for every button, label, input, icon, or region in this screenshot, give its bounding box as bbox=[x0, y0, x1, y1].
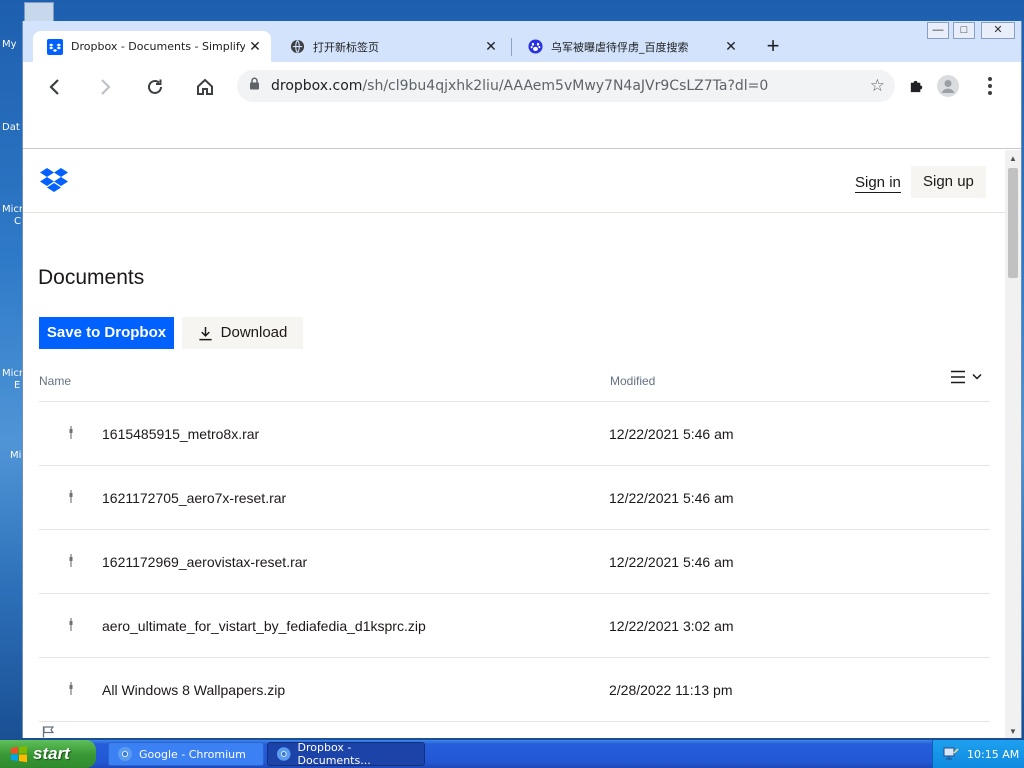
file-modified: 2/28/2022 11:13 pm bbox=[609, 682, 733, 698]
new-tab-button[interactable]: + bbox=[761, 34, 785, 58]
close-window-button[interactable]: ✕ bbox=[981, 22, 1015, 39]
bookmark-bar bbox=[23, 112, 1021, 149]
download-icon bbox=[199, 326, 212, 340]
baidu-paw-icon bbox=[527, 39, 543, 55]
home-icon bbox=[197, 78, 213, 95]
scroll-up-icon[interactable]: ▲ bbox=[1009, 154, 1017, 163]
file-icon bbox=[69, 682, 73, 695]
save-to-dropbox-button[interactable]: Save to Dropbox bbox=[39, 317, 174, 349]
tab-close-icon[interactable]: ✕ bbox=[245, 38, 265, 55]
file-modified: 12/22/2021 5:46 am bbox=[609, 554, 734, 570]
browser-toolbar: dropbox.com/sh/cl9bu4qjxhk2liu/AAAem5vMw… bbox=[23, 62, 1021, 112]
url-text: dropbox.com/sh/cl9bu4qjxhk2liu/AAAem5vMw… bbox=[271, 78, 768, 94]
column-header-name[interactable]: Name bbox=[39, 374, 71, 388]
file-row[interactable]: All Windows 8 Wallpapers.zip 2/28/2022 1… bbox=[39, 658, 990, 722]
forward-button[interactable] bbox=[91, 73, 119, 101]
tab-close-icon[interactable]: ✕ bbox=[721, 38, 741, 55]
extensions-puzzle-icon[interactable] bbox=[905, 75, 927, 97]
chevron-down-icon bbox=[972, 373, 982, 380]
browser-window: Dropbox - Documents - Simplify your ✕ 打开… bbox=[22, 21, 1022, 738]
file-modified: 12/22/2021 5:46 am bbox=[609, 426, 734, 442]
desktop-icon[interactable] bbox=[24, 2, 54, 22]
file-modified: 12/22/2021 5:46 am bbox=[609, 490, 734, 506]
file-icon bbox=[69, 554, 73, 567]
clock[interactable]: 10:15 AM bbox=[967, 748, 1019, 761]
profile-avatar-icon[interactable] bbox=[937, 75, 959, 97]
dropbox-header: Sign in Sign up bbox=[23, 150, 1005, 213]
arrow-left-icon bbox=[49, 79, 59, 95]
start-button[interactable]: start bbox=[0, 740, 96, 768]
file-modified: 12/22/2021 3:02 am bbox=[609, 618, 734, 634]
dropbox-logo-icon[interactable] bbox=[40, 168, 68, 197]
maximize-button[interactable]: □ bbox=[953, 22, 975, 39]
download-button[interactable]: Download bbox=[182, 317, 303, 349]
file-icon bbox=[69, 490, 73, 503]
file-row[interactable]: 1621172705_aero7x-reset.rar 12/22/2021 5… bbox=[39, 466, 990, 530]
file-name[interactable]: All Windows 8 Wallpapers.zip bbox=[102, 682, 285, 698]
download-label: Download bbox=[220, 324, 288, 341]
reload-icon bbox=[148, 79, 162, 94]
file-row[interactable]: 1615485915_metro8x.rar 12/22/2021 5:46 a… bbox=[39, 402, 990, 466]
sign-up-button[interactable]: Sign up bbox=[911, 166, 986, 198]
minimize-button[interactable]: — bbox=[927, 22, 949, 39]
file-icon bbox=[69, 426, 73, 439]
file-name[interactable]: 1615485915_metro8x.rar bbox=[102, 426, 259, 442]
tab-close-icon[interactable]: ✕ bbox=[481, 38, 501, 55]
tab-title: 乌军被曝虐待俘虏_百度搜索 bbox=[551, 40, 689, 54]
menu-kebab-icon[interactable] bbox=[979, 75, 1001, 97]
taskbar-item-label: Google - Chromium bbox=[139, 747, 246, 761]
page-scrollbar[interactable]: ▲ ▼ bbox=[1005, 150, 1021, 738]
dropbox-favicon-icon bbox=[47, 38, 63, 55]
file-name[interactable]: 1621172705_aero7x-reset.rar bbox=[102, 490, 286, 506]
list-view-icon bbox=[951, 370, 965, 384]
tab-title: 打开新标签页 bbox=[313, 40, 379, 54]
sign-in-link[interactable]: Sign in bbox=[855, 174, 901, 193]
file-row[interactable]: 1621172969_aerovistax-reset.rar 12/22/20… bbox=[39, 530, 990, 594]
taskbar-item-dropbox[interactable]: Dropbox - Documents... bbox=[267, 741, 425, 767]
file-row[interactable]: aero_ultimate_for_vistart_by_fediafedia_… bbox=[39, 594, 990, 658]
url-host: dropbox.com bbox=[271, 78, 363, 94]
back-button[interactable] bbox=[41, 73, 69, 101]
url-path: /sh/cl9bu4qjxhk2liu/AAAem5vMwy7N4aJVr9Cs… bbox=[362, 78, 769, 94]
tab-title: Dropbox - Documents - Simplify your bbox=[71, 40, 245, 53]
file-name[interactable]: 1621172969_aerovistax-reset.rar bbox=[102, 554, 307, 570]
reload-button[interactable] bbox=[141, 73, 169, 101]
column-header-modified[interactable]: Modified bbox=[610, 374, 655, 388]
network-icon[interactable] bbox=[943, 747, 959, 761]
home-button[interactable] bbox=[191, 73, 219, 101]
report-flag-icon[interactable] bbox=[42, 725, 55, 738]
windows-logo-icon bbox=[11, 745, 27, 763]
desktop-label[interactable]: Micr bbox=[2, 204, 23, 215]
file-icon bbox=[69, 618, 73, 631]
taskbar-item-label: Dropbox - Documents... bbox=[297, 741, 371, 767]
tab-dropbox[interactable]: Dropbox - Documents - Simplify your ✕ bbox=[33, 31, 271, 62]
arrow-right-icon bbox=[101, 79, 111, 95]
address-bar[interactable]: dropbox.com/sh/cl9bu4qjxhk2liu/AAAem5vMw… bbox=[237, 70, 895, 102]
taskbar-item-chromium[interactable]: Google - Chromium bbox=[108, 742, 264, 766]
view-toggle-button[interactable] bbox=[950, 370, 982, 384]
file-name[interactable]: aero_ultimate_for_vistart_by_fediafedia_… bbox=[102, 618, 426, 634]
tab-strip: Dropbox - Documents - Simplify your ✕ 打开… bbox=[23, 21, 1021, 62]
globe-icon bbox=[289, 39, 305, 55]
tab-new-tab[interactable]: 打开新标签页 ✕ bbox=[275, 31, 507, 62]
chromium-icon bbox=[118, 747, 132, 761]
scroll-down-icon[interactable]: ▼ bbox=[1009, 727, 1017, 736]
page-title: Documents bbox=[38, 266, 145, 289]
chromium-icon bbox=[276, 747, 291, 761]
scroll-thumb[interactable] bbox=[1008, 168, 1018, 278]
start-label: start bbox=[33, 744, 70, 763]
desktop-label[interactable]: C bbox=[14, 216, 21, 227]
desktop-label[interactable]: Mi bbox=[10, 450, 21, 461]
desktop-label[interactable]: Dat bbox=[2, 122, 20, 133]
tab-separator bbox=[511, 38, 512, 56]
system-tray: 10:15 AM bbox=[932, 740, 1024, 768]
desktop-label[interactable]: E bbox=[14, 380, 20, 391]
desktop-label[interactable]: My bbox=[2, 39, 17, 50]
taskbar: start Google - Chromium Dropbox - Docume… bbox=[0, 740, 1024, 768]
bookmark-star-icon[interactable]: ☆ bbox=[870, 76, 885, 96]
desktop-label[interactable]: Micr bbox=[2, 368, 23, 379]
lock-icon bbox=[249, 77, 263, 95]
tab-baidu[interactable]: 乌军被曝虐待俘虏_百度搜索 ✕ bbox=[513, 31, 747, 62]
page-content: Sign in Sign up Documents Save to Dropbo… bbox=[23, 150, 1005, 738]
